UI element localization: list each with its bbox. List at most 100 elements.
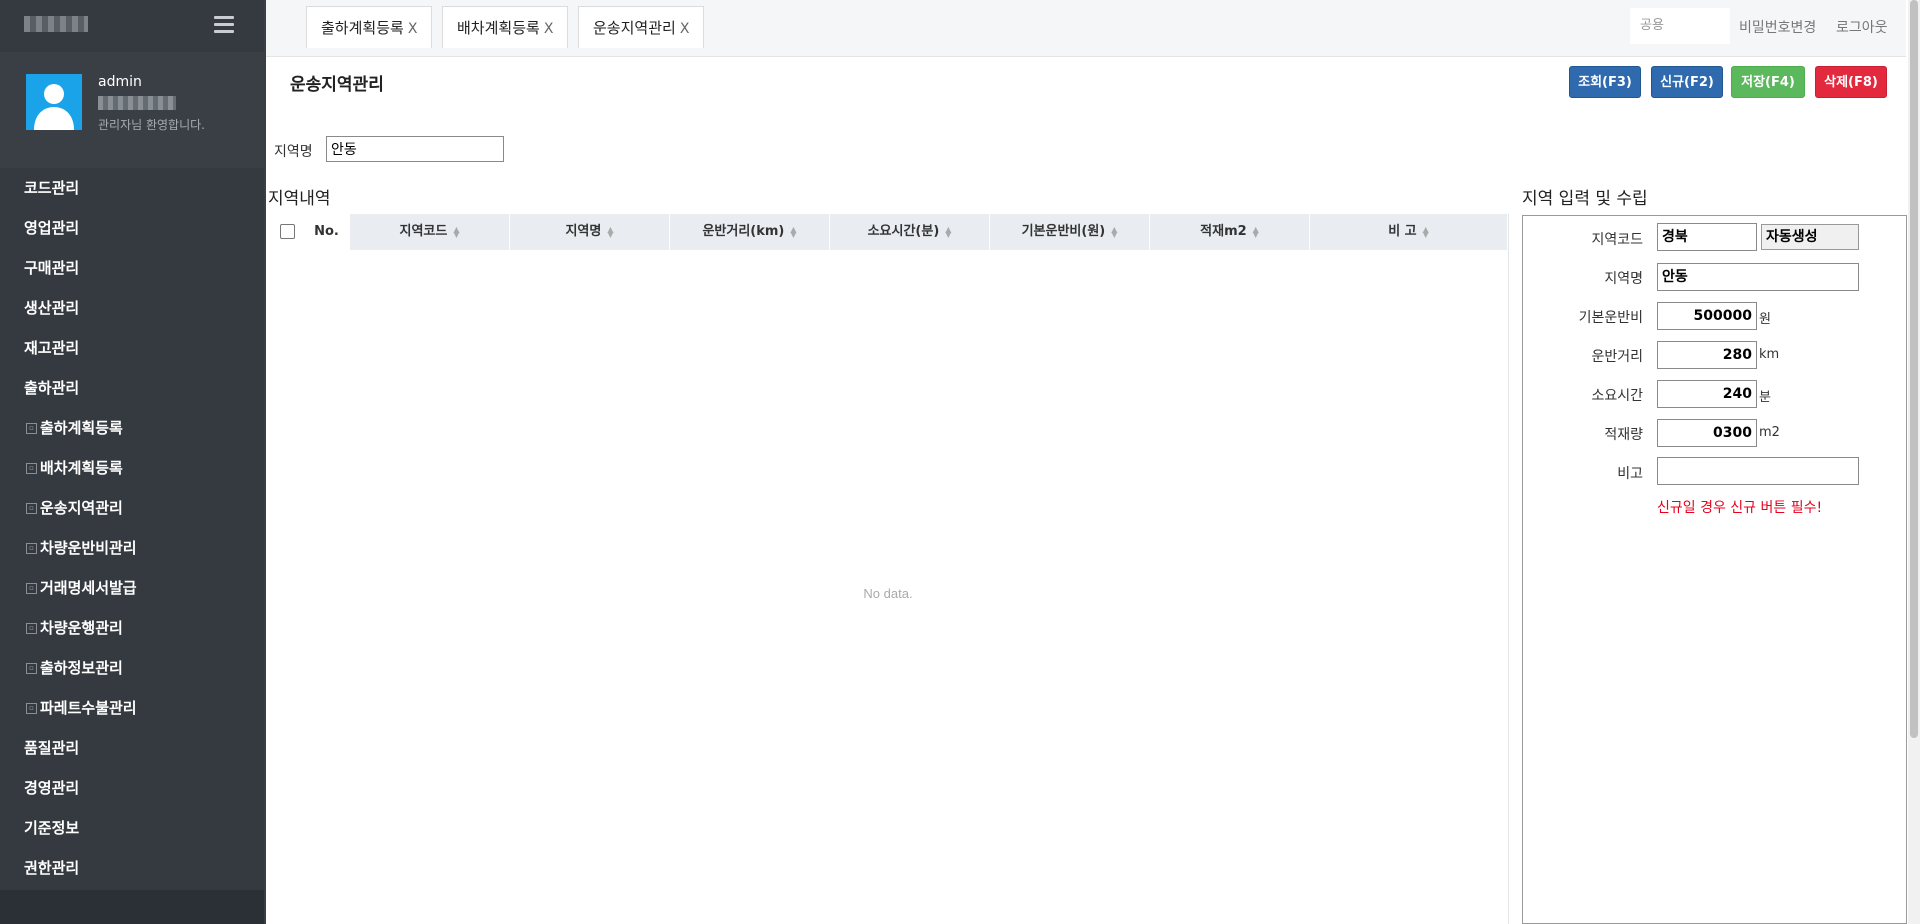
tab-label: 배차계획등록 xyxy=(457,19,540,37)
menu-item-quality[interactable]: 품질관리 xyxy=(0,728,264,768)
new-entry-warning: 신규일 경우 신규 버튼 필수! xyxy=(1657,500,1823,516)
menu-item-purchase[interactable]: 구매관리 xyxy=(0,248,264,288)
column-label: 운반거리(km) xyxy=(702,224,785,239)
submenu-item-shipping-info[interactable]: ▫ 출하정보관리 xyxy=(0,648,264,688)
sort-icon: ▲ ▼ xyxy=(453,224,460,239)
menu-item-shipping[interactable]: 출하관리 xyxy=(0,368,264,408)
distance-label: 운반거리 xyxy=(1591,349,1643,365)
submenu-item-statement[interactable]: ▫ 거래명세서발급 xyxy=(0,568,264,608)
column-label: 기본운반비(원) xyxy=(1021,224,1106,239)
base-fee-label: 기본운반비 xyxy=(1578,310,1643,326)
distance-input[interactable]: 280 xyxy=(1657,341,1757,369)
select-all-checkbox[interactable] xyxy=(280,224,295,239)
form-title: 지역 입력 및 수립 xyxy=(1522,189,1648,209)
grid-header-select-all xyxy=(268,214,304,250)
page-scrollbar[interactable] xyxy=(1908,0,1920,924)
menu-item-master-data[interactable]: 기준정보 xyxy=(0,808,264,848)
scrollbar-thumb[interactable] xyxy=(1910,0,1918,738)
grid-header: No. 지역코드 ▲ ▼ 지역명 ▲ ▼ 운반거리(km) ▲ ▼ 소요시간(분) ▲ ▼ 기본… xyxy=(268,214,1508,250)
submenu-item-vehicle-fee[interactable]: ▫ 차량운반비관리 xyxy=(0,528,264,568)
submenu-item-shipping-plan[interactable]: ▫ 출하계획등록 xyxy=(0,408,264,448)
base-fee-input[interactable]: 500000 xyxy=(1657,302,1757,330)
submenu-item-vehicle-operation[interactable]: ▫ 차량운행관리 xyxy=(0,608,264,648)
user-welcome: 관리자님 환영합니다. xyxy=(98,118,205,132)
submenu-icon: ▫ xyxy=(26,423,37,434)
menu-toggle-icon[interactable] xyxy=(214,16,234,34)
grid-header-region-name[interactable]: 지역명 ▲ ▼ xyxy=(510,214,670,250)
submenu-icon: ▫ xyxy=(26,703,37,714)
menu-item-label: 출하계획등록 xyxy=(40,419,123,437)
sort-icon: ▲ ▼ xyxy=(945,224,952,239)
menu-item-code[interactable]: 코드관리 xyxy=(0,168,264,208)
user-name: admin xyxy=(98,74,142,90)
sidebar-header xyxy=(0,0,264,52)
menu-item-production[interactable]: 생산관리 xyxy=(0,288,264,328)
duration-input[interactable]: 240 xyxy=(1657,380,1757,408)
region-name-filter-input[interactable] xyxy=(326,136,504,162)
sort-icon: ▲ ▼ xyxy=(1422,224,1429,239)
grid-header-no: No. xyxy=(304,214,350,250)
column-label: No. xyxy=(314,224,339,239)
page-title: 운송지역관리 xyxy=(290,75,384,95)
menu-item-label: 배차계획등록 xyxy=(40,459,123,477)
tab-label: 운송지역관리 xyxy=(593,19,676,37)
region-form: 지역코드 경북 자동생성 지역명 안동 기본운반비 500000 원 운반거리 … xyxy=(1522,215,1907,924)
auto-generate-button[interactable]: 자동생성 xyxy=(1761,224,1859,250)
menu-item-label: 거래명세서발급 xyxy=(40,579,137,597)
tab-label: 출하계획등록 xyxy=(321,19,404,37)
remark-input[interactable] xyxy=(1657,457,1859,485)
menu-item-management[interactable]: 경영관리 xyxy=(0,768,264,808)
menu-item-label: 품질관리 xyxy=(24,739,80,757)
user-panel: admin 관리자님 환영합니다. xyxy=(0,52,264,168)
column-label: 소요시간(분) xyxy=(867,224,940,239)
column-label: 지역코드 xyxy=(399,224,448,239)
tab-close-icon[interactable]: X xyxy=(408,21,418,37)
grid-title: 지역내역 xyxy=(268,189,331,209)
region-code-input[interactable]: 경북 xyxy=(1657,223,1757,251)
search-button[interactable]: 조회(F3) xyxy=(1569,66,1641,98)
menu-item-label: 코드관리 xyxy=(24,179,80,197)
column-label: 적재m2 xyxy=(1200,224,1247,239)
menu-item-label: 권한관리 xyxy=(24,859,80,877)
grid-header-distance[interactable]: 운반거리(km) ▲ ▼ xyxy=(670,214,830,250)
menu-item-sales[interactable]: 영업관리 xyxy=(0,208,264,248)
menu-item-label: 운송지역관리 xyxy=(40,499,123,517)
delete-button[interactable]: 삭제(F8) xyxy=(1815,66,1887,98)
main-area: 출하계획등록 X 배차계획등록 X 운송지역관리 X 공용 비밀번호변경 로그아웃 운… xyxy=(266,0,1920,924)
region-grid: No. 지역코드 ▲ ▼ 지역명 ▲ ▼ 운반거리(km) ▲ ▼ 소요시간(분) ▲ ▼ 기본… xyxy=(268,214,1509,924)
tab-transport-region[interactable]: 운송지역관리 X xyxy=(578,6,705,48)
new-button[interactable]: 신규(F2) xyxy=(1651,66,1723,98)
menu-item-label: 기준정보 xyxy=(24,819,80,837)
logout-link[interactable]: 로그아웃 xyxy=(1836,17,1888,37)
menu-item-inventory[interactable]: 재고관리 xyxy=(0,328,264,368)
company-select[interactable]: 공용 xyxy=(1630,8,1730,44)
remark-label: 비고 xyxy=(1617,466,1643,482)
sidebar-menu: 코드관리 영업관리 구매관리 생산관리 재고관리 출하관리 ▫ 출하계획등록 ▫ 배… xyxy=(0,168,264,890)
top-bar: 출하계획등록 X 배차계획등록 X 운송지역관리 X 공용 비밀번호변경 로그아웃 xyxy=(266,0,1906,57)
brand-logo-blurred xyxy=(24,16,88,32)
menu-item-label: 구매관리 xyxy=(24,259,80,277)
grid-header-base-fee[interactable]: 기본운반비(원) ▲ ▼ xyxy=(990,214,1150,250)
tab-close-icon[interactable]: X xyxy=(680,21,690,37)
grid-empty-message: No data. xyxy=(863,586,913,601)
grid-header-duration[interactable]: 소요시간(분) ▲ ▼ xyxy=(830,214,990,250)
save-button[interactable]: 저장(F4) xyxy=(1731,66,1805,98)
submenu-item-transport-region[interactable]: ▫ 운송지역관리 xyxy=(0,488,264,528)
tab-shipping-plan[interactable]: 출하계획등록 X xyxy=(306,6,433,48)
submenu-item-dispatch-plan[interactable]: ▫ 배차계획등록 xyxy=(0,448,264,488)
tab-dispatch-plan[interactable]: 배차계획등록 X xyxy=(442,6,569,48)
grid-header-load[interactable]: 적재m2 ▲ ▼ xyxy=(1150,214,1310,250)
submenu-item-pallet[interactable]: ▫ 파레트수불관리 xyxy=(0,688,264,728)
menu-item-permissions[interactable]: 권한관리 xyxy=(0,848,264,888)
load-input[interactable]: 0300 xyxy=(1657,419,1757,447)
load-unit: m2 xyxy=(1759,425,1780,440)
user-detail-blurred xyxy=(98,96,176,110)
change-password-link[interactable]: 비밀번호변경 xyxy=(1739,17,1816,37)
grid-header-remark[interactable]: 비 고 ▲ ▼ xyxy=(1310,214,1508,250)
menu-item-label: 출하정보관리 xyxy=(40,659,123,677)
submenu-icon: ▫ xyxy=(26,503,37,514)
region-name-input[interactable]: 안동 xyxy=(1657,263,1859,291)
menu-item-label: 출하관리 xyxy=(24,379,80,397)
grid-header-region-code[interactable]: 지역코드 ▲ ▼ xyxy=(350,214,510,250)
tab-close-icon[interactable]: X xyxy=(544,21,554,37)
